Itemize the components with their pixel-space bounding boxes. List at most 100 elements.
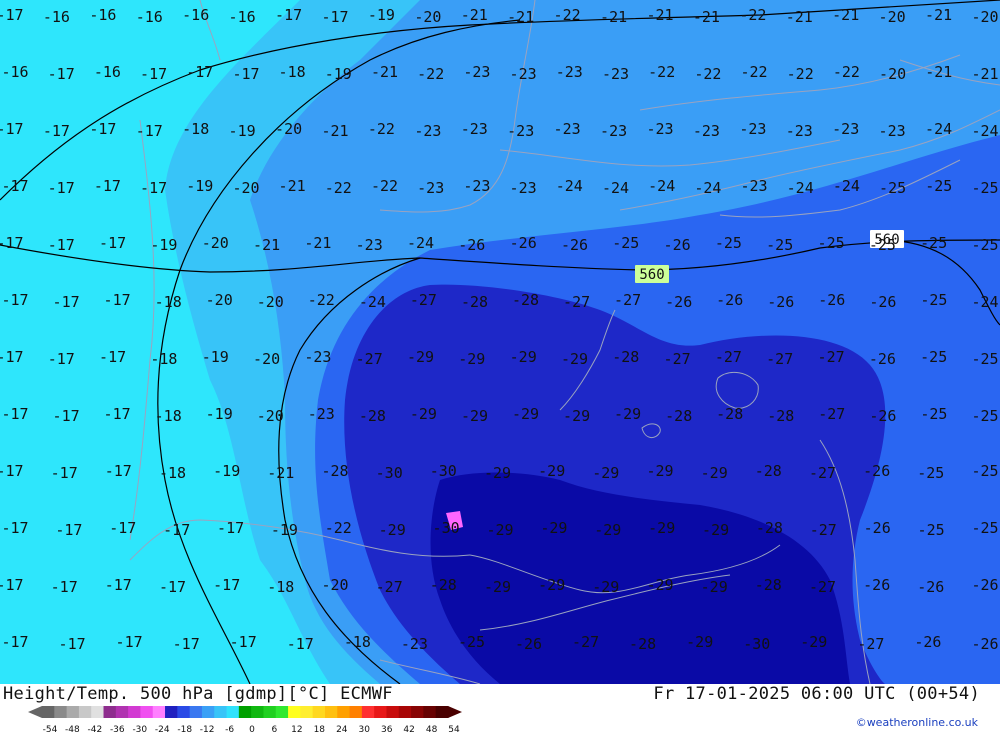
temperature-label: -22 <box>694 65 721 83</box>
scale-swatch <box>300 706 314 718</box>
temperature-label: -20 <box>257 407 284 425</box>
temperature-label: -17 <box>186 63 213 81</box>
height-label-1: 560 <box>635 265 669 283</box>
scale-swatch <box>42 706 55 718</box>
temperature-label: -29 <box>458 350 485 368</box>
temperature-label: -25 <box>971 350 998 368</box>
temperature-label: -25 <box>918 521 945 539</box>
temperature-label: -21 <box>267 464 294 482</box>
temperature-label: -19 <box>368 6 395 24</box>
temperature-label: -25 <box>971 462 998 480</box>
temperature-label: -29 <box>510 348 537 366</box>
scale-arrow-right <box>448 706 462 718</box>
temperature-label: -29 <box>646 576 673 594</box>
scale-swatch <box>435 706 449 718</box>
temperature-label: -22 <box>787 65 814 83</box>
temperature-label: -26 <box>863 576 890 594</box>
temperature-label: -17 <box>59 635 86 653</box>
scale-swatch <box>238 706 252 718</box>
scale-swatch <box>361 706 375 718</box>
temperature-label: -23 <box>417 179 444 197</box>
temperature-label: -28 <box>755 576 782 594</box>
temperature-label: -24 <box>694 179 721 197</box>
scale-tick-label: 48 <box>426 725 438 733</box>
temperature-label: -29 <box>561 350 588 368</box>
scale-swatch <box>91 706 105 718</box>
temperature-label: -23 <box>401 635 428 653</box>
temperature-label: -17 <box>136 122 163 140</box>
temperature-label: -28 <box>716 405 743 423</box>
temperature-label: -26 <box>869 293 896 311</box>
temperature-label: -19 <box>229 122 256 140</box>
temperature-label: -23 <box>786 122 813 140</box>
temperature-label: -22 <box>648 63 675 81</box>
scale-tick-label: -6 <box>225 725 234 733</box>
temperature-label: -23 <box>832 120 859 138</box>
temperature-label: -24 <box>407 234 434 252</box>
temperature-label: -26 <box>869 407 896 425</box>
temperature-label: -29 <box>484 578 511 596</box>
scale-swatch <box>324 706 338 718</box>
scale-tick-label: 0 <box>249 725 255 733</box>
temperature-label: -17 <box>217 519 244 537</box>
temperature-label: -17 <box>321 8 348 26</box>
temperature-label: -17 <box>140 65 167 83</box>
temperature-label: -17 <box>105 576 132 594</box>
temperature-label: -23 <box>693 122 720 140</box>
temperature-label: -26 <box>864 519 891 537</box>
scale-tick-label: -18 <box>177 725 192 733</box>
temperature-label: -23 <box>507 122 534 140</box>
temperature-label: -28 <box>665 407 692 425</box>
temperature-label: -20 <box>879 8 906 26</box>
temperature-label: -22 <box>371 177 398 195</box>
temperature-label: -24 <box>602 179 629 197</box>
scale-swatch <box>312 706 326 718</box>
temperature-label: -16 <box>1 63 28 81</box>
temperature-label: -28 <box>461 293 488 311</box>
temperature-label: -27 <box>818 405 845 423</box>
temperature-label: -17 <box>1 177 28 195</box>
temperature-label: -21 <box>693 8 720 26</box>
temperature-label: -21 <box>832 6 859 24</box>
height-label-text: 560 <box>639 267 664 283</box>
scale-tick-label: 54 <box>448 725 460 733</box>
temperature-label: -22 <box>739 6 766 24</box>
temperature-label: -25 <box>879 179 906 197</box>
temperature-label: -17 <box>51 578 78 596</box>
temperature-label: -23 <box>556 63 583 81</box>
temperature-label: -17 <box>287 635 314 653</box>
temperature-label: -22 <box>833 63 860 81</box>
temperature-label: -22 <box>308 291 335 309</box>
temperature-label: -26 <box>510 234 537 252</box>
temperature-label: -23 <box>308 405 335 423</box>
temperature-label: -20 <box>971 8 998 26</box>
temperature-label: -17 <box>0 462 24 480</box>
temperature-label: -17 <box>48 236 75 254</box>
credit-link[interactable]: ©weatheronline.co.uk <box>856 716 978 729</box>
temperature-label: -22 <box>368 120 395 138</box>
color-scale-ticks: -54 -48 -42 -36 -30 -24 -18 -12 -6 0 6 12 18 24 30 36 42… <box>43 725 460 733</box>
temperature-label: -17 <box>43 122 70 140</box>
scale-tick-label: -42 <box>88 725 103 733</box>
temperature-label: -29 <box>379 521 406 539</box>
temperature-label: -21 <box>321 122 348 140</box>
temperature-label: -19 <box>186 177 213 195</box>
temperature-label: -19 <box>202 348 229 366</box>
color-scale: -54 -48 -42 -36 -30 -24 -18 -12 -6 0 6 12 18 24 30 36 42… <box>28 706 462 733</box>
temperature-label: -28 <box>756 519 783 537</box>
scale-tick-label: -48 <box>65 725 80 733</box>
temperature-label: -17 <box>0 6 24 24</box>
temperature-label: -21 <box>925 6 952 24</box>
scale-tick-label: 42 <box>403 725 414 733</box>
temperature-label: -16 <box>182 6 209 24</box>
temperature-label: -26 <box>664 236 691 254</box>
temperature-label: -20 <box>253 350 280 368</box>
temperature-label: -25 <box>715 234 742 252</box>
temperature-label: -26 <box>458 236 485 254</box>
temperature-label: -27 <box>715 348 742 366</box>
temperature-label: -30 <box>430 462 457 480</box>
temperature-label: -23 <box>646 120 673 138</box>
temperature-label: -25 <box>917 464 944 482</box>
temperature-label: -17 <box>116 633 143 651</box>
temperature-label: -17 <box>89 120 116 138</box>
